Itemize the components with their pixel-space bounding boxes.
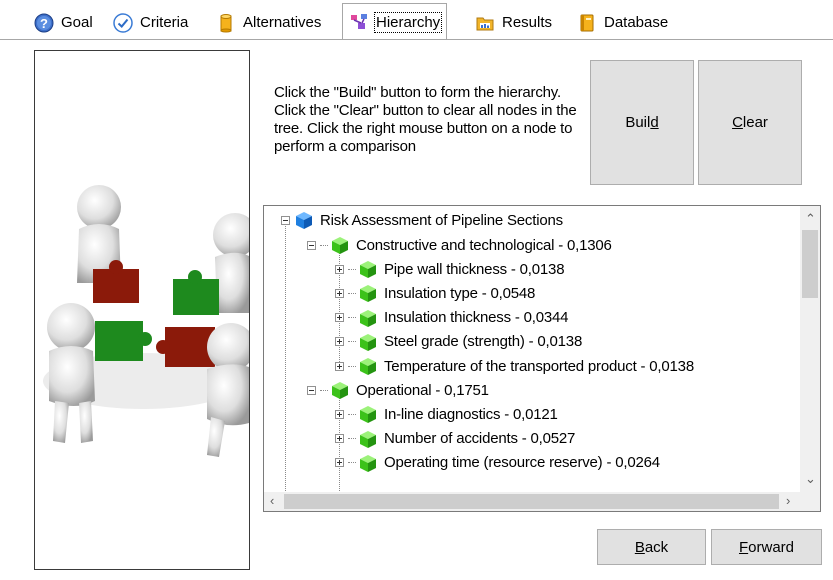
tab-goal[interactable]: ? Goal [27,6,100,38]
tree-connector [348,317,356,319]
back-button-label: Back [634,538,669,556]
hierarchy-tree[interactable]: Risk Assessment of Pipeline Sections Con… [263,205,821,512]
tree-criterion-node[interactable]: Temperature of the transported product -… [335,354,694,378]
tree-group-node[interactable]: Operational - 0,1751 [307,378,489,402]
tree-root-label: Risk Assessment of Pipeline Sections [320,211,563,229]
tree-node-label: Pipe wall thickness - 0,0138 [384,260,565,278]
tree-connector [348,292,356,294]
forward-button[interactable]: Forward [711,529,822,565]
hierarchy-icon [351,14,367,29]
collapse-icon[interactable] [307,240,316,250]
scroll-left-icon[interactable]: ‹ [270,494,274,507]
clear-button[interactable]: Clear [698,60,802,185]
tree-node-label: Number of accidents - 0,0527 [384,430,576,448]
tree-rows: Risk Assessment of Pipeline Sections Con… [264,206,801,493]
tree-criterion-node[interactable]: Operating time (resource reserve) - 0,02… [335,451,660,475]
tree-connector [348,365,356,367]
tree-connector [348,341,356,343]
tree-criterion-node[interactable]: Pipe wall thickness - 0,0138 [335,257,565,281]
check-circle-icon [113,12,133,33]
tab-hierarchy[interactable]: Hierarchy [342,3,448,40]
tab-alternatives-label: Alternatives [243,14,322,31]
svg-text:?: ? [40,16,48,31]
tree-connector [348,268,356,270]
tab-strip-border [0,39,833,40]
green-cube-icon [360,358,376,375]
build-button-label: Build [625,114,659,131]
tree-node-label: Operational - 0,1751 [356,381,489,399]
blue-cube-icon [296,212,312,229]
tab-alternatives[interactable]: Alternatives [209,6,328,38]
green-cube-icon [360,285,376,303]
green-cube-icon [360,261,376,279]
tab-hierarchy-label: Hierarchy [373,11,443,33]
green-cube-icon [332,237,348,254]
tab-criteria[interactable]: Criteria [106,6,195,38]
tree-connector [348,413,356,415]
expand-icon[interactable] [335,264,344,274]
green-cube-icon [360,333,376,351]
tab-results-label: Results [502,14,553,31]
back-button[interactable]: Back [597,529,706,565]
help-icon: ? [34,13,54,32]
tree-criterion-node[interactable]: In-line diagnostics - 0,0121 [335,402,558,426]
collapse-icon[interactable] [281,215,290,225]
green-cube-icon [360,430,376,448]
green-cube-icon [360,454,376,472]
vertical-scroll-thumb[interactable] [802,230,818,298]
tree-node-label: Temperature of the transported product -… [384,357,694,375]
vertical-scrollbar[interactable]: ⌃ ⌄ [800,206,820,493]
build-button[interactable]: Build [590,60,694,185]
tab-criteria-label: Criteria [140,14,189,31]
tab-goal-label: Goal [61,14,93,31]
tab-results[interactable]: Results [468,6,559,38]
green-cube-icon [332,382,348,400]
tree-node-label: In-line diagnostics - 0,0121 [384,405,558,423]
tree-node-label: Operating time (resource reserve) - 0,02… [384,454,660,472]
clear-button-label: Clear [732,114,768,131]
book-icon [580,14,594,31]
expand-icon[interactable] [335,458,344,468]
tree-criterion-node[interactable]: Steel grade (strength) - 0,0138 [335,330,582,354]
expand-icon[interactable] [335,361,344,371]
tree-connector [348,438,356,440]
folder-chart-icon [476,17,494,30]
tree-connector [348,462,356,464]
database-cylinder-icon [220,13,232,32]
tree-group-node[interactable]: Constructive and technological - 0,1306 [307,233,612,257]
horizontal-scrollbar[interactable]: ‹ › [264,492,801,511]
tree-node-label: Insulation thickness - 0,0344 [384,309,569,327]
tree-node-label: Insulation type - 0,0548 [384,284,536,302]
forward-button-label: Forward [738,538,795,556]
expand-icon[interactable] [335,337,344,347]
tree-criterion-node[interactable]: Insulation type - 0,0548 [335,281,535,305]
green-cube-icon [360,309,376,327]
illustration-panel [34,50,250,570]
tab-strip: ? Goal Criteria Alternatives Hierarchy R… [0,0,833,40]
scroll-up-icon[interactable]: ⌃ [805,212,816,225]
tree-node-label: Steel grade (strength) - 0,0138 [384,333,583,351]
collapse-icon[interactable] [307,385,316,395]
tree-connector [320,244,328,246]
expand-icon[interactable] [335,313,344,323]
tree-node-label: Constructive and technological - 0,1306 [356,236,612,254]
scrollbar-corner [800,492,820,511]
expand-icon[interactable] [335,409,344,419]
tree-criterion-node[interactable]: Number of accidents - 0,0527 [335,427,575,451]
green-cube-icon [360,406,376,424]
expand-icon[interactable] [335,288,344,298]
tab-database[interactable]: Database [570,6,675,38]
scroll-down-icon[interactable]: ⌄ [805,472,816,485]
tree-root-node[interactable]: Risk Assessment of Pipeline Sections [281,208,563,232]
horizontal-scroll-thumb[interactable] [284,494,779,509]
scroll-right-icon[interactable]: › [786,494,790,507]
expand-icon[interactable] [335,434,344,444]
tree-connector [320,389,328,391]
teamwork-puzzle-illustration [43,185,249,457]
tree-criterion-node[interactable]: Insulation thickness - 0,0344 [335,306,569,330]
tab-database-label: Database [604,14,669,31]
instructions-text: Click the "Build" button to form the hie… [274,84,577,155]
